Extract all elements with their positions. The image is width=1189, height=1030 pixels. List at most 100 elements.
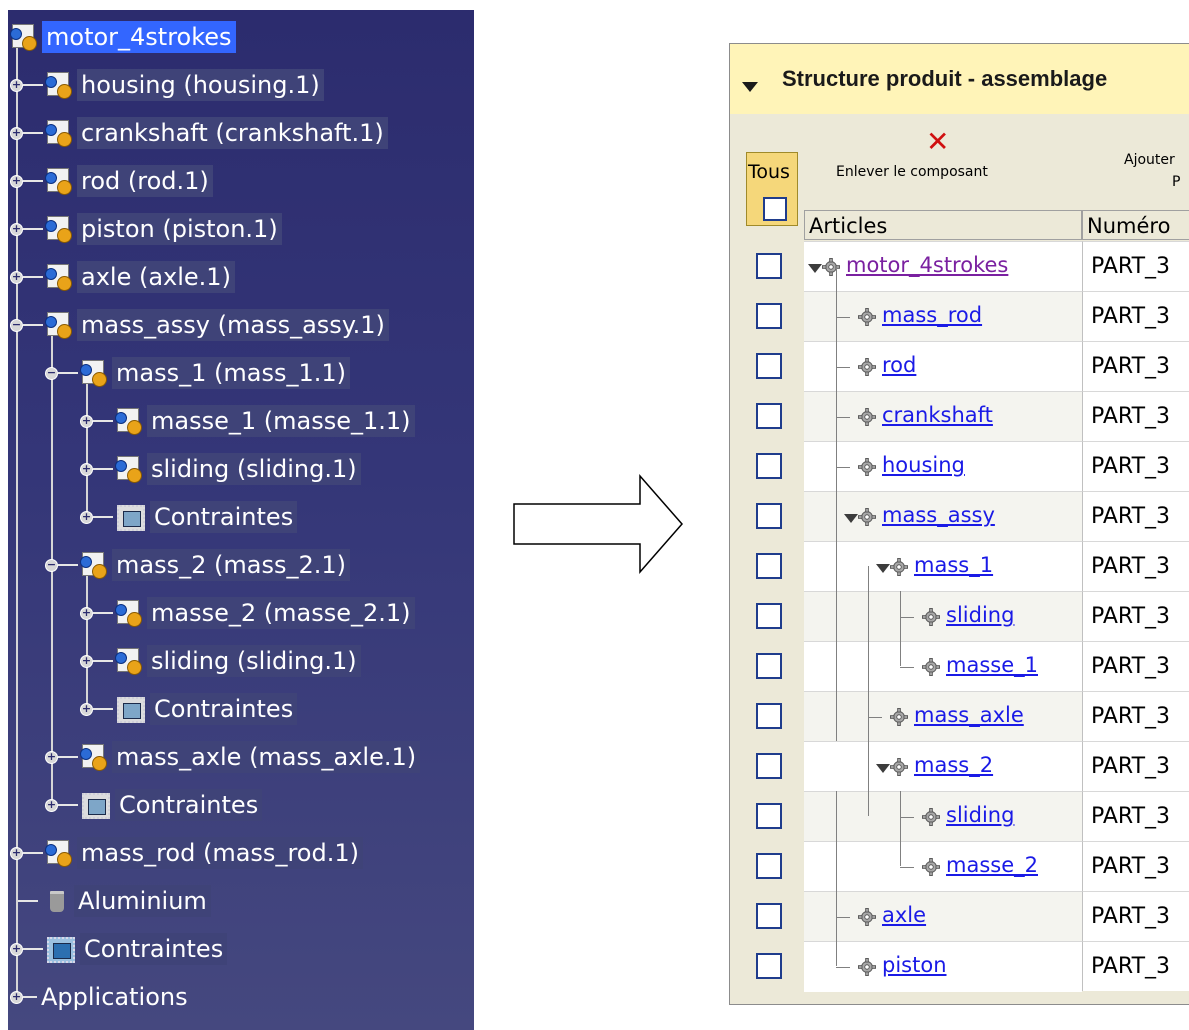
tree-node-label[interactable]: masse_1 (masse_1.1) — [147, 405, 415, 437]
tree-node[interactable]: + crankshaft (crankshaft.1) — [10, 116, 388, 150]
row-checkbox[interactable] — [756, 353, 782, 379]
table-row[interactable]: crankshaft PART_3 — [730, 391, 1189, 442]
tree-node-label[interactable]: mass_1 (mass_1.1) — [112, 357, 350, 389]
add-component-button[interactable]: Ajouter — [1124, 152, 1175, 168]
tree-node-label[interactable]: Aluminium — [74, 885, 211, 917]
tree-node[interactable]: + Contraintes — [10, 932, 228, 966]
table-row[interactable]: rod PART_3 — [730, 341, 1189, 392]
tree-node-label[interactable]: Contraintes — [115, 789, 263, 821]
expand-triangle-icon[interactable] — [808, 264, 822, 273]
expand-icon[interactable]: + — [80, 654, 93, 668]
expand-icon[interactable]: + — [10, 990, 23, 1004]
tree-node-label[interactable]: Contraintes — [150, 501, 298, 533]
tree-node[interactable]: − mass_assy (mass_assy.1) — [10, 308, 389, 342]
tree-node[interactable]: Aluminium — [10, 884, 211, 918]
tree-node-label[interactable]: Applications — [37, 981, 192, 1013]
row-checkbox[interactable] — [756, 653, 782, 679]
row-checkbox[interactable] — [756, 453, 782, 479]
tree-node[interactable]: + Applications — [10, 980, 192, 1014]
article-link[interactable]: motor_4strokes — [846, 253, 1008, 277]
tree-node-root[interactable]: motor_4strokes — [10, 20, 236, 54]
article-link[interactable]: rod — [882, 353, 916, 377]
tree-node[interactable]: + Contraintes — [80, 692, 298, 726]
tree-node[interactable]: + piston (piston.1) — [10, 212, 282, 246]
article-link[interactable]: masse_2 — [946, 853, 1038, 877]
tree-node[interactable]: + axle (axle.1) — [10, 260, 235, 294]
expand-icon[interactable]: + — [10, 78, 23, 92]
tree-node-label[interactable]: Contraintes — [80, 933, 228, 965]
row-checkbox[interactable] — [756, 503, 782, 529]
row-checkbox[interactable] — [756, 953, 782, 979]
article-link[interactable]: crankshaft — [882, 403, 993, 427]
table-row[interactable]: mass_axle PART_3 — [730, 691, 1189, 742]
table-row[interactable]: housing PART_3 — [730, 441, 1189, 492]
tree-node-label[interactable]: mass_2 (mass_2.1) — [112, 549, 350, 581]
tree-node-label[interactable]: piston (piston.1) — [77, 213, 282, 245]
table-row[interactable]: axle PART_3 — [730, 891, 1189, 942]
tree-node[interactable]: + rod (rod.1) — [10, 164, 213, 198]
row-checkbox[interactable] — [756, 703, 782, 729]
expand-triangle-icon[interactable] — [876, 564, 890, 573]
row-checkbox[interactable] — [756, 253, 782, 279]
column-header-articles[interactable]: Articles — [804, 210, 1082, 240]
table-row[interactable]: masse_1 PART_3 — [730, 641, 1189, 692]
expand-triangle-icon[interactable] — [844, 514, 858, 523]
tree-node-label[interactable]: sliding (sliding.1) — [147, 645, 361, 677]
article-link[interactable]: axle — [882, 903, 926, 927]
tree-node[interactable]: − mass_2 (mass_2.1) — [45, 548, 350, 582]
article-link[interactable]: mass_1 — [914, 553, 993, 577]
article-link[interactable]: mass_rod — [882, 303, 982, 327]
article-link[interactable]: masse_1 — [946, 653, 1038, 677]
expand-icon[interactable]: + — [10, 222, 23, 236]
row-checkbox[interactable] — [756, 403, 782, 429]
tree-node[interactable]: + mass_rod (mass_rod.1) — [10, 836, 363, 870]
row-checkbox[interactable] — [756, 853, 782, 879]
table-row[interactable]: mass_2 PART_3 — [730, 741, 1189, 792]
row-checkbox[interactable] — [756, 803, 782, 829]
tree-node-label[interactable]: crankshaft (crankshaft.1) — [77, 117, 388, 149]
article-link[interactable]: housing — [882, 453, 965, 477]
remove-component-button[interactable]: Enlever le composant — [836, 164, 988, 180]
remove-x-icon[interactable]: ✕ — [926, 128, 949, 156]
expand-icon[interactable]: + — [10, 174, 23, 188]
tree-node[interactable]: + mass_axle (mass_axle.1) — [45, 740, 421, 774]
article-link[interactable]: mass_assy — [882, 503, 995, 527]
expand-icon[interactable]: + — [45, 750, 58, 764]
tree-node-label[interactable]: mass_rod (mass_rod.1) — [77, 837, 363, 869]
collapse-icon[interactable]: − — [45, 366, 58, 380]
expand-icon[interactable]: + — [80, 702, 93, 716]
tree-node-label[interactable]: rod (rod.1) — [77, 165, 213, 197]
table-row[interactable]: piston PART_3 — [730, 941, 1189, 992]
expand-icon[interactable]: + — [80, 414, 93, 428]
tree-root-label[interactable]: motor_4strokes — [42, 21, 236, 53]
expand-icon[interactable]: + — [80, 606, 93, 620]
expand-icon[interactable]: + — [10, 126, 23, 140]
tree-node-label[interactable]: Contraintes — [150, 693, 298, 725]
tree-node[interactable]: + Contraintes — [80, 500, 298, 534]
tree-node[interactable]: + housing (housing.1) — [10, 68, 324, 102]
table-row[interactable]: sliding PART_3 — [730, 591, 1189, 642]
tree-node[interactable]: + masse_1 (masse_1.1) — [80, 404, 415, 438]
tree-node-label[interactable]: mass_assy (mass_assy.1) — [77, 309, 389, 341]
column-header-numero[interactable]: Numéro — [1082, 210, 1189, 240]
table-row[interactable]: mass_rod PART_3 — [730, 291, 1189, 342]
article-link[interactable]: mass_2 — [914, 753, 993, 777]
table-row[interactable]: sliding PART_3 — [730, 791, 1189, 842]
tree-node[interactable]: + sliding (sliding.1) — [80, 452, 361, 486]
collapse-triangle-icon[interactable] — [742, 82, 758, 92]
tree-node-label[interactable]: housing (housing.1) — [77, 69, 324, 101]
article-link[interactable]: sliding — [946, 803, 1014, 827]
expand-triangle-icon[interactable] — [876, 764, 890, 773]
expand-icon[interactable]: + — [80, 462, 93, 476]
article-link[interactable]: mass_axle — [914, 703, 1024, 727]
row-checkbox[interactable] — [756, 303, 782, 329]
collapse-icon[interactable]: − — [10, 318, 23, 332]
tree-node[interactable]: − mass_1 (mass_1.1) — [45, 356, 350, 390]
table-row[interactable]: mass_assy PART_3 — [730, 491, 1189, 542]
collapse-icon[interactable]: − — [45, 558, 58, 572]
expand-icon[interactable]: + — [80, 510, 93, 524]
tree-node[interactable]: + masse_2 (masse_2.1) — [80, 596, 415, 630]
expand-icon[interactable]: + — [10, 846, 23, 860]
table-row[interactable]: motor_4strokes PART_3 — [730, 241, 1189, 292]
table-row[interactable]: masse_2 PART_3 — [730, 841, 1189, 892]
